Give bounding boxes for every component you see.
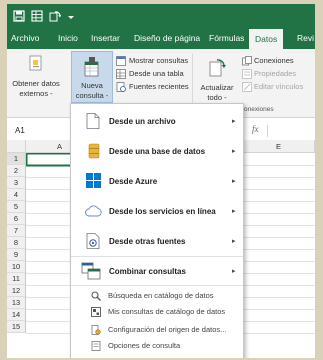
row-header[interactable]: 12 — [7, 285, 26, 297]
menu-item-label: Desde Azure — [109, 177, 158, 186]
menu-item-query-options[interactable]: Opciones de consulta — [71, 338, 243, 354]
row-header[interactable]: 1 — [7, 153, 26, 165]
file-icon — [86, 113, 100, 129]
menu-item-label: Desde los servicios en línea — [109, 207, 216, 216]
tab-diseno-de-pagina[interactable]: Diseño de página — [134, 33, 200, 43]
menu-item-label: Mis consultas de catálogo de datos — [108, 307, 226, 316]
refresh-all-label-2[interactable]: todo - — [195, 93, 239, 103]
menu-item-label: Opciones de consulta — [108, 341, 181, 350]
ribbon-tabs: Archivo Inicio Insertar Diseño de página… — [7, 29, 315, 49]
customize-toolbar-icon[interactable] — [67, 10, 75, 22]
row-header[interactable]: 3 — [7, 177, 26, 189]
row-header[interactable]: 4 — [7, 189, 26, 201]
settings-icon — [91, 325, 101, 335]
new-query-icon — [84, 57, 99, 77]
edit-links-button[interactable]: Editar vínculos — [254, 82, 303, 92]
menu-item-combine-queries[interactable]: Combinar consultas ▸ — [71, 260, 243, 282]
other-sources-icon — [86, 233, 100, 249]
name-box[interactable]: A1 — [15, 126, 25, 135]
new-query-menu: Desde un archivo ▸ Desde una base de dat… — [70, 103, 244, 358]
tab-datos[interactable]: Datos — [249, 29, 284, 49]
database-icon — [88, 143, 100, 159]
menu-separator — [71, 256, 243, 257]
menu-item-from-azure[interactable]: Desde Azure ▸ — [71, 170, 243, 192]
tab-insertar[interactable]: Insertar — [91, 33, 120, 43]
menu-item-label: Desde un archivo — [109, 117, 176, 126]
get-external-data-icon[interactable] — [28, 55, 44, 71]
get-external-data-label-1[interactable]: Obtener datos — [7, 79, 65, 89]
catalog-queries-icon — [91, 307, 101, 317]
connections-group-label: onexiones — [244, 106, 274, 113]
get-external-data-label-2[interactable]: externos - — [7, 89, 65, 99]
new-query-label-1: Nueva — [81, 81, 103, 90]
recent-sources-button[interactable]: Fuentes recientes — [129, 82, 189, 92]
tab-revisar[interactable]: Revi — [297, 33, 314, 43]
menu-item-my-catalog-queries[interactable]: Mis consultas de catálogo de datos — [71, 304, 243, 320]
from-table-button[interactable]: Desde una tabla — [129, 69, 184, 79]
refresh-all-icon[interactable] — [208, 58, 226, 78]
row-header[interactable]: 9 — [7, 249, 26, 261]
recent-sources-icon — [116, 82, 126, 92]
properties-icon — [242, 69, 252, 79]
row-header[interactable]: 10 — [7, 261, 26, 273]
formula-divider — [267, 125, 268, 137]
properties-button[interactable]: Propiedades — [254, 69, 296, 79]
submenu-arrow-icon: ▸ — [232, 238, 236, 245]
row-header[interactable]: 14 — [7, 309, 26, 321]
menu-item-label: Combinar consultas — [109, 267, 186, 276]
column-header-e[interactable]: E — [243, 140, 315, 153]
submenu-arrow-icon: ▸ — [232, 268, 236, 275]
row-header[interactable]: 6 — [7, 213, 26, 225]
connections-button[interactable]: Conexiones — [254, 56, 294, 66]
azure-icon — [86, 173, 101, 188]
row-header[interactable]: 2 — [7, 165, 26, 177]
cloud-icon — [85, 205, 102, 217]
menu-separator — [71, 285, 243, 286]
menu-item-from-file[interactable]: Desde un archivo ▸ — [71, 110, 243, 132]
menu-item-label: Desde otras fuentes — [109, 237, 186, 246]
save-icon[interactable] — [13, 10, 25, 22]
from-table-icon — [116, 69, 126, 79]
row-header[interactable]: 7 — [7, 225, 26, 237]
menu-item-label: Configuración del origen de datos... — [108, 325, 227, 334]
row-header[interactable]: 5 — [7, 201, 26, 213]
row-header[interactable]: 13 — [7, 297, 26, 309]
title-bar — [7, 4, 315, 29]
options-icon — [91, 341, 101, 351]
submenu-arrow-icon: ▸ — [232, 208, 236, 215]
table-icon[interactable] — [31, 10, 43, 22]
tab-inicio[interactable]: Inicio — [58, 33, 78, 43]
show-queries-button[interactable]: Mostrar consultas — [129, 56, 188, 66]
menu-item-data-source-settings[interactable]: Configuración del origen de datos... — [71, 322, 243, 338]
row-header[interactable]: 8 — [7, 237, 26, 249]
show-queries-icon — [116, 56, 126, 66]
menu-item-from-other-sources[interactable]: Desde otras fuentes ▸ — [71, 230, 243, 252]
new-query-label-2: consulta - — [75, 91, 109, 100]
menu-item-from-database[interactable]: Desde una base de datos ▸ — [71, 140, 243, 162]
select-all-corner[interactable] — [7, 140, 26, 153]
submenu-arrow-icon: ▸ — [232, 178, 236, 185]
connections-icon — [242, 56, 252, 66]
refresh-data-icon[interactable] — [49, 10, 61, 22]
edit-links-icon — [242, 82, 252, 92]
tab-archivo[interactable]: Archivo — [11, 33, 39, 43]
menu-item-catalog-search[interactable]: Búsqueda en catálogo de datos — [71, 288, 243, 304]
row-header[interactable]: 15 — [7, 321, 26, 333]
search-icon — [91, 291, 101, 301]
combine-queries-icon — [81, 262, 101, 280]
refresh-all-label-1[interactable]: Actualizar — [195, 83, 239, 93]
row-header[interactable]: 11 — [7, 273, 26, 285]
tab-formulas[interactable]: Fórmulas — [209, 33, 244, 43]
insert-function-icon[interactable]: fx — [252, 124, 259, 134]
menu-item-label: Desde una base de datos — [109, 147, 206, 156]
submenu-arrow-icon: ▸ — [232, 148, 236, 155]
submenu-arrow-icon: ▸ — [232, 118, 236, 125]
menu-item-from-online-services[interactable]: Desde los servicios en línea ▸ — [71, 200, 243, 222]
excel-window: Archivo Inicio Insertar Diseño de página… — [7, 4, 315, 358]
menu-item-label: Búsqueda en catálogo de datos — [108, 291, 214, 300]
